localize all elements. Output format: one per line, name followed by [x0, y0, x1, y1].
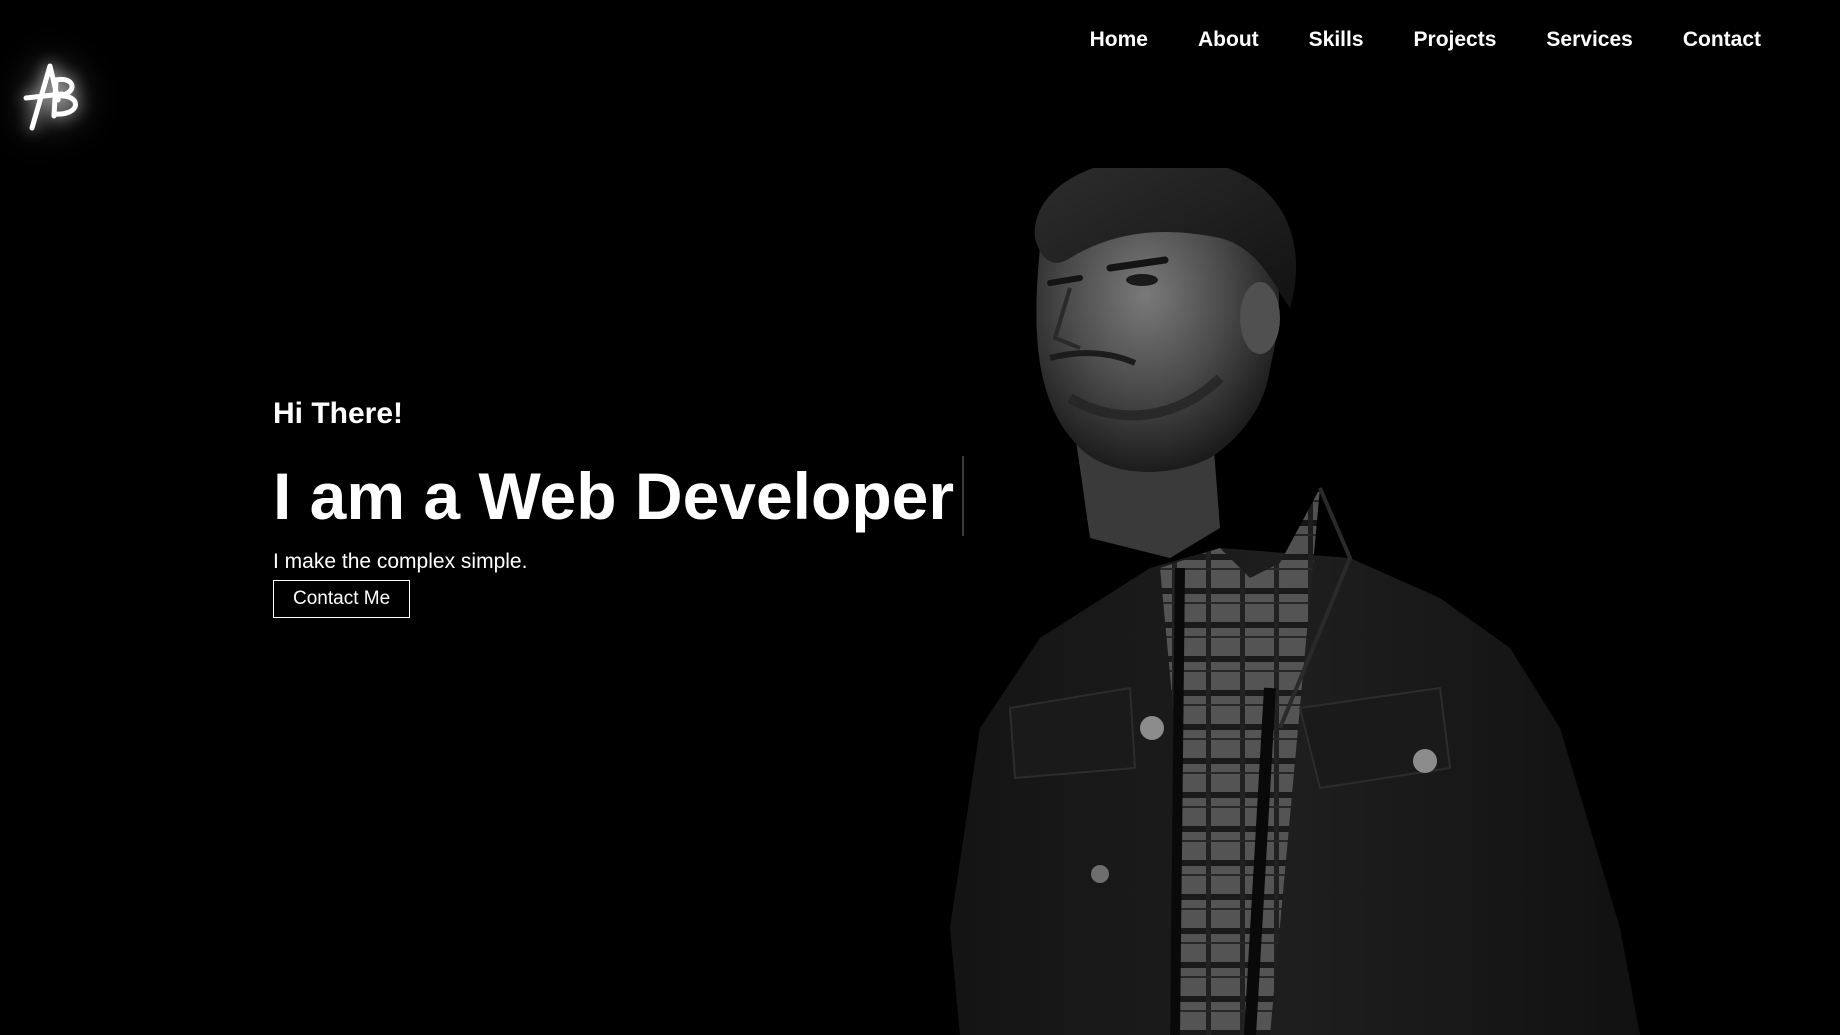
hero-tagline: I make the complex simple. [273, 550, 528, 573]
headline-row: I am a Web Developer [273, 456, 973, 536]
hero-page: Home About Skills Projects Services Cont… [0, 0, 1840, 1035]
hero-headline: I am a Web Developer [273, 459, 955, 533]
nav-home-link[interactable]: Home [1065, 24, 1173, 56]
portrait-image [920, 168, 1740, 1035]
nav-projects-link[interactable]: Projects [1389, 24, 1522, 56]
nav-contact-link[interactable]: Contact [1658, 24, 1786, 56]
logo-icon[interactable] [18, 56, 94, 136]
typing-cursor [962, 456, 965, 536]
contact-me-button[interactable]: Contact Me [273, 580, 411, 618]
nav-services-link[interactable]: Services [1521, 24, 1657, 56]
nav-skills-link[interactable]: Skills [1284, 24, 1389, 56]
main-nav: Home About Skills Projects Services Cont… [1065, 24, 1786, 56]
nav-about-link[interactable]: About [1173, 24, 1284, 56]
greeting-text: Hi There! [273, 397, 404, 430]
hero-section: Hi There! I am a Web Developer I make th… [273, 396, 973, 618]
